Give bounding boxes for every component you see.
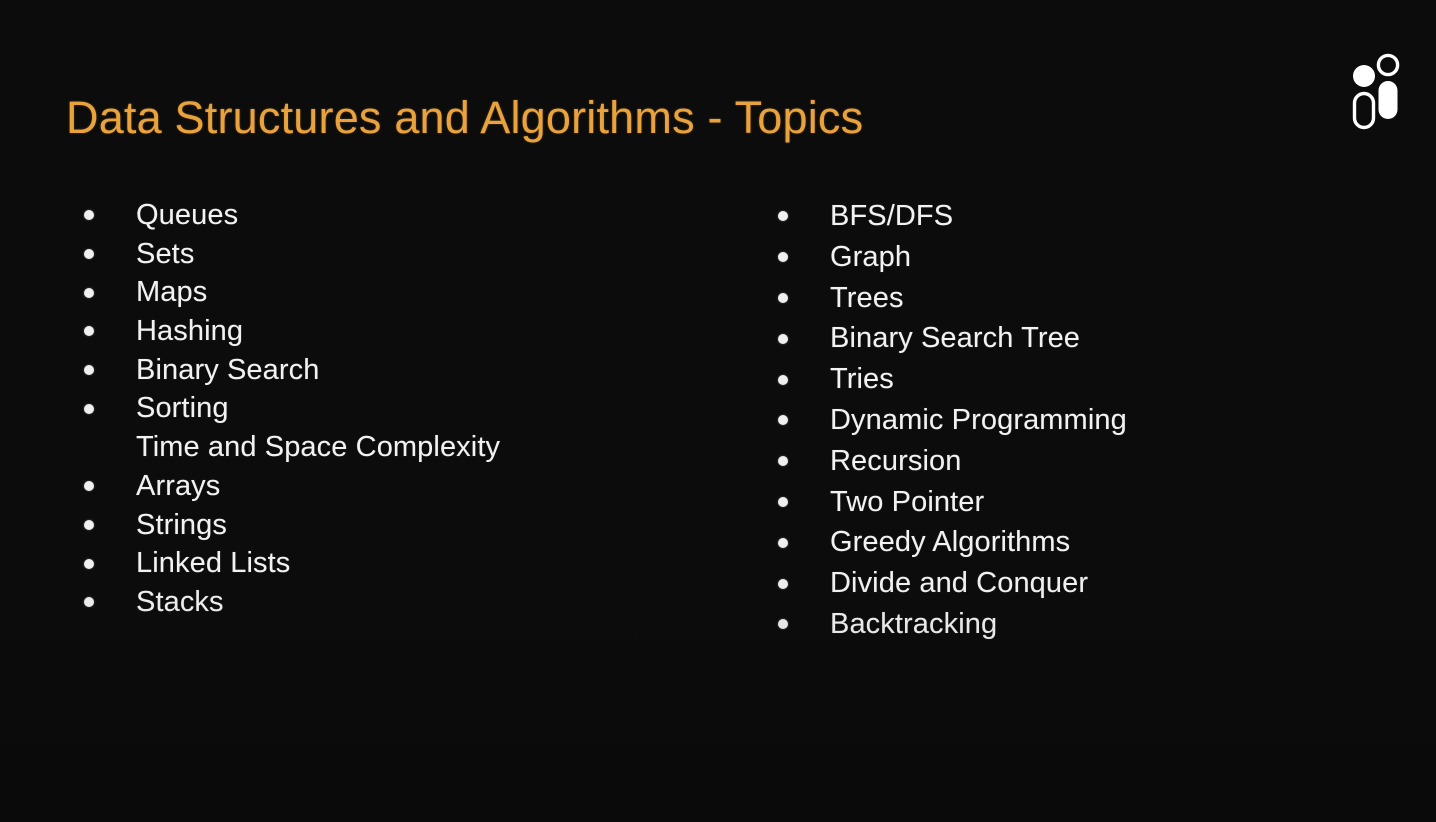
list-item[interactable]: Hashing [78,312,718,351]
list-item-label: Linked Lists [136,547,291,580]
bullet-icon [84,481,94,492]
list-item-label: Binary Search [136,353,320,386]
topic-list-left: Queues Sets Maps Hashing Binary Search Sortin… [78,196,718,622]
list-item[interactable]: Binary Search [78,351,718,390]
bullet-icon [84,403,94,414]
list-item[interactable]: Binary Search Tree [772,318,1392,359]
bullet-icon [778,211,788,222]
bullet-icon [778,252,788,263]
list-item-label: Strings [136,508,227,541]
bullet-icon [84,326,94,337]
bullet-icon [84,287,94,298]
list-item-label: Binary Search Tree [830,322,1081,355]
list-item[interactable]: Trees [772,278,1392,319]
list-item-label: Sets [136,237,195,270]
list-item-label: Tries [830,363,894,396]
list-item[interactable]: Two Pointer [772,482,1392,523]
topic-list-right: BFS/DFS Graph Trees Binary Search Tree Tries… [772,196,1392,645]
list-item-label: Two Pointer [830,485,985,518]
list-item[interactable]: Greedy Algorithms [772,522,1392,563]
list-item[interactable]: Dynamic Programming [772,400,1392,441]
list-item-label: Hashing [136,315,244,348]
list-item-label: Recursion [830,444,962,477]
topics-column-left: Queues Sets Maps Hashing Binary Search Sortin… [78,196,718,622]
bullet-icon [84,210,94,221]
list-item[interactable]: Maps [78,273,718,312]
list-item-label: BFS/DFS [830,200,954,232]
list-item[interactable]: Arrays [78,467,718,506]
bullet-icon [84,597,94,608]
bullet-icon [778,456,788,467]
list-item-label: Queues [136,199,239,231]
list-item[interactable]: Strings [78,506,718,545]
bullet-icon [778,415,788,426]
list-item-label: Time and Space Complexity [136,431,501,464]
bullet-icon [778,292,788,303]
list-item[interactable]: Queues [78,196,718,235]
list-item[interactable]: BFS/DFS [772,196,1392,237]
bullet-icon [84,558,94,569]
list-item[interactable]: Recursion [772,441,1392,482]
bullet-icon [778,496,788,507]
bullet-icon [84,519,94,530]
bullet-icon [778,333,788,344]
bullet-icon [778,537,788,548]
slide-canvas: Data Structures and Algorithms - Topics … [0,0,1436,822]
list-item-label: Greedy Algorithms [830,526,1071,559]
list-item[interactable]: Backtracking [772,604,1392,645]
bullet-icon [778,374,788,385]
list-item[interactable]: Stacks [78,583,718,622]
list-item-label: Trees [830,281,904,314]
bullet-icon [778,578,788,589]
topics-column-right: BFS/DFS Graph Trees Binary Search Tree Tries… [772,196,1392,645]
list-item-label: Maps [136,276,208,309]
topics-columns: Queues Sets Maps Hashing Binary Search Sortin… [0,0,1436,822]
list-item[interactable]: Linked Lists [78,544,718,583]
list-item[interactable]: Graph [772,237,1392,278]
list-item-label: Sorting [136,392,229,425]
list-item-label: Arrays [136,469,221,502]
bullet-icon [84,365,94,376]
list-item-label: Backtracking [830,607,998,640]
list-item[interactable]: Sorting [78,389,718,428]
list-item-label: Stacks [136,585,224,618]
list-item-label: Graph [830,240,912,273]
list-item[interactable]: Tries [772,359,1392,400]
bullet-icon [84,249,94,260]
bullet-icon [778,619,788,630]
list-item[interactable]: Divide and Conquer [772,563,1392,604]
list-item[interactable]: Time and Space Complexity [78,428,718,467]
list-item[interactable]: Sets [78,235,718,274]
list-item-label: Dynamic Programming [830,403,1127,436]
list-item-label: Divide and Conquer [830,567,1089,600]
